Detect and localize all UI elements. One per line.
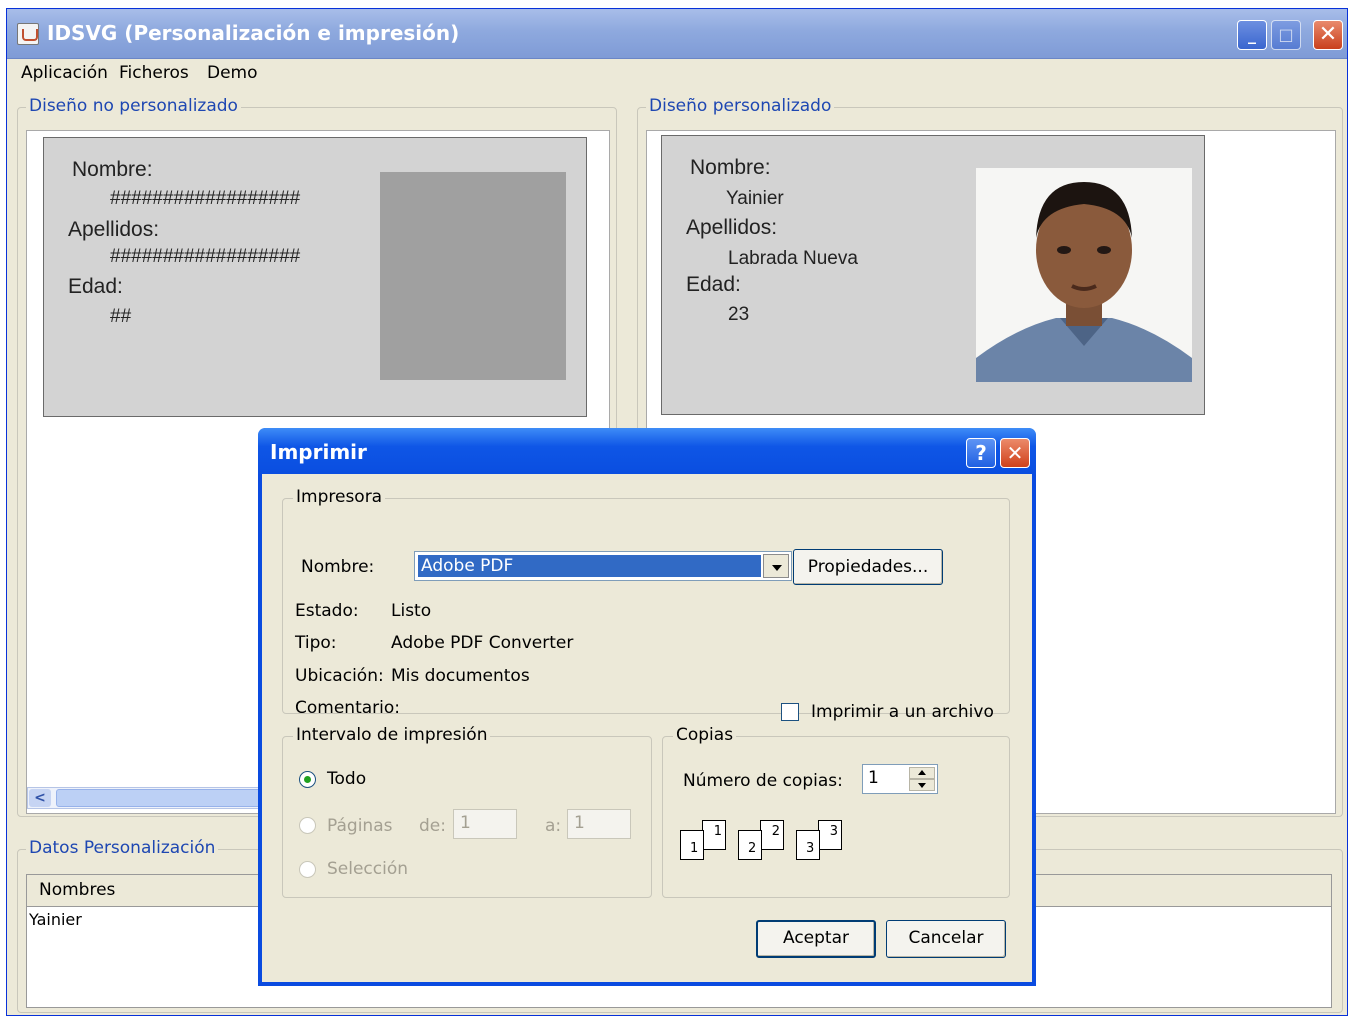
range-all-radio[interactable] — [299, 771, 316, 788]
tipo-value: Adobe PDF Converter — [391, 633, 574, 653]
estado-value: Listo — [391, 601, 432, 621]
range-pages-radio — [299, 817, 316, 834]
ubicacion-label: Ubicación: — [295, 666, 384, 686]
page-icon: 2 — [738, 830, 762, 860]
page-icon: 1 — [680, 830, 704, 860]
to-label: a: — [545, 816, 562, 836]
maximize-button: □ — [1271, 20, 1301, 50]
nombre-value: Yainier — [726, 188, 784, 209]
group-label: Impresora — [293, 487, 386, 507]
page-icon: 1 — [702, 820, 726, 850]
apellidos-label: Apellidos: — [68, 218, 160, 241]
copies-spinner[interactable]: 1 — [862, 764, 938, 794]
ubicacion-value: Mis documentos — [391, 666, 530, 686]
properties-button[interactable]: Propiedades... — [793, 549, 943, 585]
scrollbar-thumb[interactable] — [56, 789, 263, 807]
id-card-personalized: Nombre: Yainier Apellidos: Labrada Nueva… — [661, 135, 1205, 415]
page-icon: 3 — [796, 830, 820, 860]
copies-value: 1 — [868, 768, 879, 788]
menu-ficheros[interactable]: Ficheros — [119, 63, 189, 83]
photo-placeholder — [380, 172, 566, 380]
group-label: Copias — [673, 725, 737, 745]
printer-select[interactable]: Adobe PDF — [414, 551, 792, 581]
copies-group: Copias Número de copias: — [662, 725, 1010, 898]
nombre-label: Nombre: — [72, 158, 153, 181]
group-label: Diseño no personalizado — [26, 96, 241, 116]
page-icon: 2 — [760, 820, 784, 850]
spin-down-icon[interactable] — [909, 779, 935, 791]
group-label: Diseño personalizado — [646, 96, 835, 116]
group-label: Datos Personalización — [26, 838, 219, 858]
horizontal-scrollbar[interactable]: < — [27, 787, 267, 809]
nombre-label: Nombre: — [690, 156, 771, 179]
nombre-value: ################## — [110, 188, 301, 209]
spin-up-icon[interactable] — [909, 767, 935, 779]
range-selection-label: Selección — [327, 859, 409, 879]
print-to-file-checkbox[interactable] — [781, 703, 799, 721]
estado-label: Estado: — [295, 601, 359, 621]
dialog-title: Imprimir — [270, 440, 367, 464]
from-label: de: — [419, 816, 446, 836]
edad-value: 23 — [728, 304, 750, 325]
apellidos-value: Labrada Nueva — [728, 248, 858, 269]
print-to-file-label[interactable]: Imprimir a un archivo — [811, 702, 994, 722]
range-selection-radio — [299, 861, 316, 878]
apellidos-value: ################## — [110, 246, 301, 267]
printer-name-label: Nombre: — [301, 557, 375, 577]
dialog-close-button[interactable]: ✕ — [1000, 438, 1030, 468]
cancel-button[interactable]: Cancelar — [886, 920, 1006, 958]
edad-label: Edad: — [68, 275, 123, 298]
apellidos-label: Apellidos: — [686, 216, 778, 239]
page-icon: 3 — [818, 820, 842, 850]
edad-label: Edad: — [686, 273, 741, 296]
printer-group: Impresora Nombre: Adobe PDF Propiedades.… — [282, 487, 1010, 722]
range-all-label[interactable]: Todo — [327, 769, 366, 789]
help-button[interactable]: ? — [966, 438, 996, 468]
from-page-field: 1 — [453, 809, 517, 839]
person-photo — [976, 168, 1192, 382]
person-portrait-icon — [976, 168, 1192, 382]
copies-count-label: Número de copias: — [683, 771, 843, 791]
id-card-template: Nombre: ################## Apellidos: ##… — [43, 137, 587, 417]
minimize-button[interactable]: _ — [1237, 20, 1267, 50]
java-app-icon — [17, 23, 39, 45]
edad-value: ## — [110, 306, 132, 327]
to-page-field: 1 — [567, 809, 631, 839]
menu-demo[interactable]: Demo — [207, 63, 258, 83]
group-label: Intervalo de impresión — [293, 725, 491, 745]
title-bar[interactable]: IDSVG (Personalización e impresión) _ □ … — [7, 9, 1347, 59]
chevron-down-icon[interactable] — [763, 554, 789, 578]
tipo-label: Tipo: — [295, 633, 337, 653]
accept-button[interactable]: Aceptar — [756, 920, 876, 958]
menu-aplicacion[interactable]: Aplicación — [21, 63, 108, 83]
dialog-body: Impresora Nombre: Adobe PDF Propiedades.… — [262, 474, 1032, 982]
scroll-left-icon[interactable]: < — [29, 789, 51, 807]
close-button[interactable]: ✕ — [1313, 20, 1343, 50]
print-range-group: Intervalo de impresión Todo Páginas de: … — [282, 725, 652, 898]
comentario-label: Comentario: — [295, 698, 400, 718]
range-pages-label: Páginas — [327, 816, 393, 836]
printer-select-value: Adobe PDF — [418, 555, 761, 577]
menu-bar: Aplicación Ficheros Demo — [7, 59, 1347, 89]
print-dialog: Imprimir ? ✕ Impresora Nombre: Adobe PDF… — [258, 428, 1036, 986]
window-title: IDSVG (Personalización e impresión) — [47, 21, 460, 45]
dialog-title-bar[interactable]: Imprimir ? ✕ — [258, 428, 1036, 474]
